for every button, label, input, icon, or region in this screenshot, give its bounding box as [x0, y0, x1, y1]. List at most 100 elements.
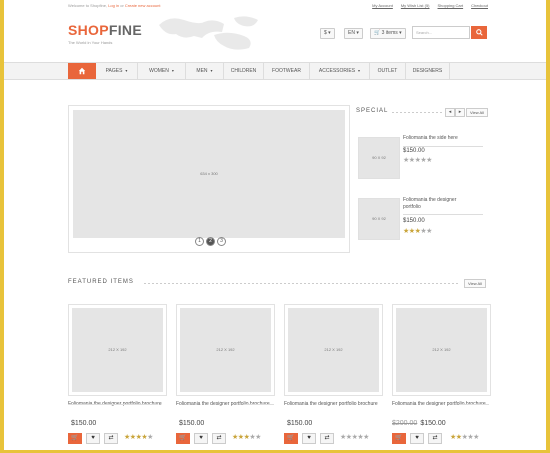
- featured-view-all-button[interactable]: View All: [464, 279, 486, 288]
- top-bar: Welcome to Shopfine, Log in or Create ne…: [68, 2, 488, 10]
- divider: [403, 146, 483, 147]
- rating-stars: ★★★★★: [124, 434, 153, 442]
- login-link[interactable]: Log in: [108, 3, 119, 8]
- divider: [68, 404, 158, 405]
- search-button[interactable]: [471, 26, 487, 39]
- special-product-price: $150.00: [403, 218, 425, 224]
- search-input[interactable]: Search...: [412, 26, 470, 39]
- cart-dropdown[interactable]: 🛒 3 items ▾: [370, 28, 406, 39]
- special-prev-button[interactable]: ◂: [445, 108, 455, 117]
- chevron-down-icon: ▾: [171, 68, 174, 73]
- divider: [459, 404, 489, 405]
- nav-item-designers[interactable]: DESIGNERS: [406, 63, 450, 79]
- featured-product-card[interactable]: 212 X 192: [68, 304, 167, 396]
- special-product-name[interactable]: Foliomania the side here: [403, 135, 475, 142]
- nav-outlet-label: OUTLET: [377, 68, 398, 74]
- current-price: $150.00: [287, 420, 313, 427]
- search-icon: [475, 29, 483, 36]
- compare-button[interactable]: ⇄: [212, 433, 226, 444]
- featured-product-card[interactable]: 212 X 192: [392, 304, 491, 396]
- featured-product-card[interactable]: 212 X 192: [176, 304, 275, 396]
- special-divider: [392, 112, 442, 113]
- wishlist-button[interactable]: ♥: [410, 433, 424, 444]
- main-nav: PAGES ▾ WOMEN ▾ MEN ▾ CHILDREN FOOTWEAR ACC…: [4, 62, 546, 80]
- my-account-link[interactable]: My Account: [372, 2, 393, 10]
- star-icon: ★: [473, 434, 479, 441]
- slider-dot[interactable]: 3: [217, 237, 226, 246]
- product-image: 212 X 192: [180, 308, 271, 392]
- language-select[interactable]: EN ▾: [344, 28, 363, 39]
- welcome-text: Welcome to Shopfine, Log in or Create ne…: [68, 2, 160, 10]
- nav-children-label: CHILDREN: [230, 68, 257, 74]
- currency-select[interactable]: $ ▾: [320, 28, 335, 39]
- home-icon: [78, 67, 86, 75]
- nav-home[interactable]: [68, 63, 96, 79]
- add-to-cart-button[interactable]: 🛒: [284, 433, 298, 444]
- slider-pagination: 1 2 3: [195, 237, 226, 246]
- shopping-cart-link[interactable]: Shopping Cart: [438, 2, 464, 10]
- star-icon: ★: [147, 434, 153, 441]
- current-price: $150.00: [179, 420, 205, 427]
- logo-shop: SHOP: [68, 22, 109, 38]
- product-price: $150.00: [68, 420, 96, 427]
- nav-item-pages[interactable]: PAGES ▾: [96, 63, 138, 79]
- wish-list-link[interactable]: My Wish List (5): [401, 2, 430, 10]
- compare-button[interactable]: ⇄: [104, 433, 118, 444]
- special-product-name[interactable]: Foliomania the designer portfolio: [403, 197, 475, 211]
- site-logo[interactable]: SHOPFINE: [68, 22, 142, 38]
- slider-dot[interactable]: 1: [195, 237, 204, 246]
- account-links: My Account My Wish List (5) Shopping Car…: [372, 2, 488, 10]
- nav-pages-label: PAGES: [105, 68, 123, 74]
- hero-slider[interactable]: 634 x 300 1 2 3: [68, 105, 350, 253]
- old-price: $200.00: [392, 420, 418, 427]
- compare-button[interactable]: ⇄: [320, 433, 334, 444]
- nav-item-outlet[interactable]: OUTLET: [370, 63, 406, 79]
- product-name[interactable]: Foliomania the designer portfolio brochu…: [284, 400, 379, 408]
- nav-item-accessories[interactable]: ACCESSORIES ▾: [310, 63, 370, 79]
- star-icon: ★: [426, 157, 432, 164]
- nav-women-label: WOMEN: [149, 68, 169, 74]
- wishlist-button[interactable]: ♥: [302, 433, 316, 444]
- special-view-all-button[interactable]: View All: [466, 108, 488, 117]
- nav-accessories-label: ACCESSORIES: [318, 68, 356, 74]
- chevron-down-icon: ▾: [125, 68, 128, 73]
- nav-item-children[interactable]: CHILDREN: [224, 63, 264, 79]
- divider: [403, 214, 483, 215]
- world-map-graphic: [159, 16, 258, 50]
- special-title: SPECIAL: [356, 108, 389, 114]
- wishlist-button[interactable]: ♥: [86, 433, 100, 444]
- divider: [244, 404, 274, 405]
- star-icon: ★: [363, 434, 369, 441]
- add-to-cart-button[interactable]: 🛒: [392, 433, 406, 444]
- product-image: 212 X 192: [288, 308, 379, 392]
- rating-stars: ★★★★★: [403, 157, 432, 165]
- chevron-down-icon: ▾: [210, 68, 213, 73]
- special-product-image[interactable]: 90 X 92: [358, 137, 400, 179]
- current-price: $150.00: [420, 420, 446, 427]
- current-price: $150.00: [71, 420, 97, 427]
- nav-men-label: MEN: [196, 68, 208, 74]
- add-to-cart-button[interactable]: 🛒: [176, 433, 190, 444]
- compare-button[interactable]: ⇄: [428, 433, 442, 444]
- special-next-button[interactable]: ▸: [455, 108, 465, 117]
- wishlist-button[interactable]: ♥: [194, 433, 208, 444]
- product-image: 212 X 192: [396, 308, 487, 392]
- page-frame: Welcome to Shopfine, Log in or Create ne…: [4, 0, 546, 450]
- nav-footwear-label: FOOTWEAR: [272, 68, 301, 74]
- checkout-link[interactable]: Checkout: [471, 2, 488, 10]
- nav-item-men[interactable]: MEN ▾: [186, 63, 224, 79]
- star-icon: ★: [426, 228, 432, 235]
- special-product-image[interactable]: 90 X 92: [358, 198, 400, 240]
- add-to-cart-button[interactable]: 🛒: [68, 433, 82, 444]
- product-price: $150.00: [284, 420, 312, 427]
- product-price: $200.00 $150.00: [392, 420, 446, 427]
- rating-stars: ★★★★★: [340, 434, 369, 442]
- slider-dot-active[interactable]: 2: [206, 237, 215, 246]
- nav-item-footwear[interactable]: FOOTWEAR: [264, 63, 310, 79]
- logo-fine: FINE: [108, 22, 142, 38]
- rating-stars: ★★★★★: [403, 228, 432, 236]
- create-account-link[interactable]: Create new account: [125, 3, 161, 8]
- rating-stars: ★★★★★: [232, 434, 261, 442]
- nav-item-women[interactable]: WOMEN ▾: [138, 63, 186, 79]
- featured-product-card[interactable]: 212 X 192: [284, 304, 383, 396]
